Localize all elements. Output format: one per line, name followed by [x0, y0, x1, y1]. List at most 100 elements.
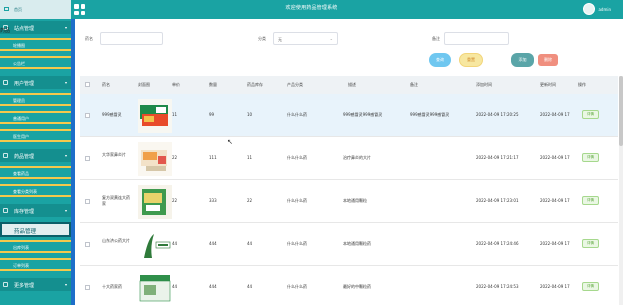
sidebar-group-stock[interactable]: 库存管理 ▾: [0, 204, 71, 217]
column-header[interactable]: 添加时间: [476, 82, 492, 88]
cell-updated: 2022-04-09 17: [540, 112, 570, 117]
table-row[interactable]: 大华家鼻炎片 22 111 11 什么什么药 治疗鼻炎的大片 2022-04-0…: [80, 137, 618, 180]
sidebar-group-label: 更多管理: [14, 283, 35, 289]
sidebar-item-medicine-management[interactable]: 药品管理: [0, 222, 71, 237]
top-bar: 欢迎使用药品管理系统 admin: [0, 0, 623, 19]
cell-quantity: 99: [209, 112, 215, 117]
chevron-down-icon: ▾: [64, 80, 67, 85]
box-icon: [3, 208, 8, 213]
delete-button[interactable]: 删除: [538, 54, 558, 66]
search-button[interactable]: 查询: [429, 53, 451, 67]
cell-category: 什么什么药: [287, 241, 307, 246]
sidebar-item-label: 查看分类列表: [13, 189, 37, 194]
remark-filter-label: 备注: [432, 36, 440, 41]
sidebar-group-label: 站点管理: [14, 26, 35, 32]
detail-button[interactable]: 详情: [582, 153, 599, 162]
table-row[interactable]: 山东济公药大片 44 444 44 什么什么药 本地通用颗粒药 2022-04-…: [80, 223, 618, 266]
sidebar-group-more[interactable]: 更多管理 ▾: [0, 278, 71, 291]
cell-price: 22: [172, 198, 178, 203]
sidebar-group-site[interactable]: 站点管理 ▾: [0, 21, 71, 34]
sidebar-item-view-medicine[interactable]: 查看药品: [0, 166, 71, 179]
column-header[interactable]: 备注: [410, 82, 418, 88]
cell-updated: 2022-04-09 17: [540, 241, 570, 246]
sidebar-item-outbound-list[interactable]: 出库列表: [0, 240, 71, 253]
sidebar-group-label: 库存管理: [14, 209, 35, 215]
sidebar-group-medicine[interactable]: 药品管理 ▾: [0, 149, 71, 162]
detail-button[interactable]: 详情: [582, 110, 599, 119]
row-checkbox[interactable]: [85, 156, 90, 161]
user-icon: [3, 80, 8, 85]
sidebar-group-label: 药品管理: [14, 154, 35, 160]
table-row[interactable]: 999感冒灵 11 99 10 什么什么药 999感冒灵999感冒灵 999感冒…: [80, 94, 618, 137]
cell-stock: 22: [247, 198, 253, 203]
sidebar-item-label: 出库列表: [13, 245, 29, 250]
sidebar-group-users[interactable]: 用户管理 ▾: [0, 76, 71, 89]
sidebar-item-label: 查看药品: [13, 171, 29, 176]
sidebar-item-admins[interactable]: 管理员: [0, 93, 71, 106]
sidebar: 首页 站点管理 ▾ 轮播图 公告栏 用户管理 ▾ 管理员 普通用户 医生用户 药…: [0, 0, 71, 305]
cell-updated: 2022-04-09 17: [540, 198, 570, 203]
user-name[interactable]: admin: [598, 7, 611, 12]
column-header: 操作: [578, 82, 586, 87]
row-checkbox[interactable]: [85, 199, 90, 204]
select-all-checkbox[interactable]: [85, 82, 90, 87]
medicine-image: [138, 228, 172, 262]
chevron-down-icon: ▾: [64, 208, 67, 213]
cell-quantity: 444: [209, 284, 217, 289]
sidebar-item-notice[interactable]: 公告栏: [0, 56, 71, 69]
column-header[interactable]: 描述: [348, 82, 356, 88]
detail-button[interactable]: 详情: [582, 239, 599, 248]
sidebar-item-doctors[interactable]: 医生用户: [0, 129, 71, 142]
medicine-image: [138, 99, 172, 133]
reset-button[interactable]: 重置: [459, 53, 483, 67]
sidebar-item-order-list[interactable]: 订单列表: [0, 258, 71, 271]
cell-quantity: 333: [209, 198, 217, 203]
column-header[interactable]: 药名: [102, 82, 110, 88]
column-header[interactable]: 产品分类: [287, 82, 303, 88]
cell-stock: 44: [247, 284, 253, 289]
chevron-down-icon: ▾: [64, 25, 67, 30]
app-window: 欢迎使用药品管理系统 admin 首页 站点管理 ▾ 轮播图 公告栏 用户管理 …: [0, 0, 623, 305]
row-checkbox[interactable]: [85, 285, 90, 290]
medicine-table: 药名 封面图 单价 数量 药品库存 产品分类 描述 备注 添加时间 更新时间 操…: [80, 76, 618, 305]
more-icon: [3, 282, 8, 287]
cell-price: 11: [172, 112, 178, 117]
cell-name: 复方双黄连大药家: [102, 195, 130, 206]
cell-name: 999感冒灵: [102, 112, 122, 117]
sidebar-item-label: 订单列表: [13, 263, 29, 268]
row-checkbox[interactable]: [85, 113, 90, 118]
pill-icon: [3, 153, 8, 158]
remark-filter-input[interactable]: [444, 32, 509, 45]
column-header[interactable]: 更新时间: [540, 82, 556, 88]
column-header[interactable]: 药品库存: [247, 82, 263, 88]
table-row[interactable]: 复方双黄连大药家 22 333 22 什么什么药 本地通用颗粒 2022-04-…: [80, 180, 618, 223]
cell-name: 山东济公药大片: [102, 238, 130, 243]
cell-stock: 44: [247, 241, 253, 246]
add-button[interactable]: 添加: [511, 53, 534, 67]
cell-updated: 2022-04-09 17: [540, 284, 570, 289]
cell-description: 999感冒灵999感冒灵: [343, 112, 383, 117]
row-checkbox[interactable]: [85, 242, 90, 247]
scrollbar-thumb[interactable]: [619, 76, 623, 146]
cell-stock: 10: [247, 112, 253, 117]
cell-category: 什么什么药: [287, 112, 307, 117]
table-row[interactable]: 十大药家药 44 444 44 什么什么药 最好的中颗粒药 2022-04-09…: [80, 266, 618, 305]
cell-category: 什么什么药: [287, 155, 307, 160]
detail-button[interactable]: 详情: [582, 282, 599, 291]
sidebar-item-home[interactable]: 首页: [0, 0, 71, 19]
detail-button[interactable]: 详情: [582, 196, 599, 205]
sidebar-item-regular-users[interactable]: 普通用户: [0, 111, 71, 124]
mouse-cursor-icon: ↖: [227, 138, 233, 146]
sidebar-item-carousel[interactable]: 轮播图: [0, 38, 71, 51]
category-filter-select[interactable]: 无 ⌄: [273, 32, 338, 45]
avatar[interactable]: [583, 3, 596, 15]
name-filter-input[interactable]: [100, 32, 163, 45]
sidebar-item-label: 轮播图: [13, 43, 25, 48]
column-header[interactable]: 单价: [172, 82, 180, 88]
sidebar-item-label: 医生用户: [13, 134, 29, 139]
user-menu[interactable]: admin: [583, 3, 611, 15]
chevron-down-icon: ▾: [64, 153, 67, 158]
sidebar-item-category-list[interactable]: 查看分类列表: [0, 184, 71, 197]
column-header[interactable]: 数量: [209, 82, 217, 88]
app-title: 欢迎使用药品管理系统: [285, 5, 338, 11]
